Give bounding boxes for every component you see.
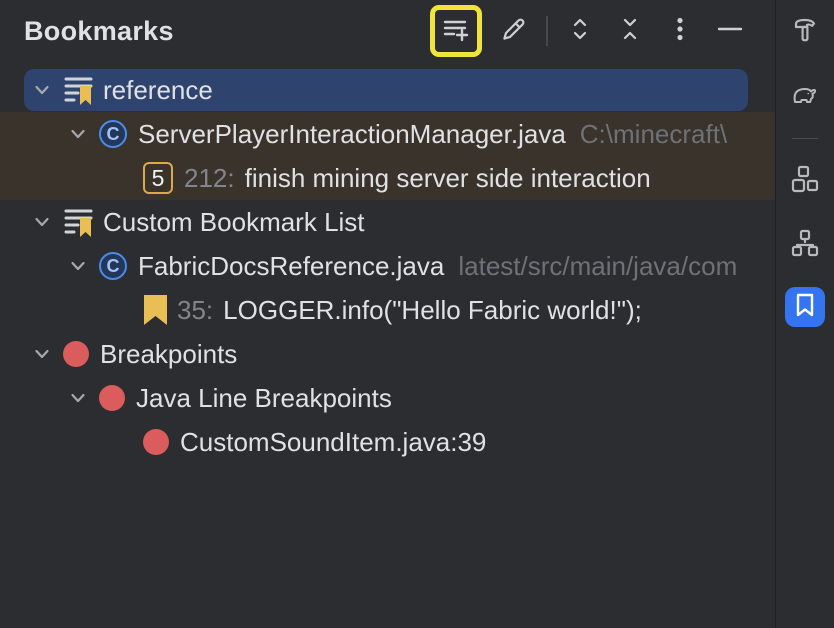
breakpoint-icon: [143, 429, 169, 455]
row-line-number: 212:: [184, 163, 235, 194]
row-file-path: latest/src/main/java/com: [458, 251, 737, 282]
tree-row-server-player-file[interactable]: C ServerPlayerInteractionManager.java C:…: [0, 112, 775, 156]
chevron-down-icon[interactable]: [30, 211, 54, 233]
tree-row-breakpoints[interactable]: Breakpoints: [0, 332, 775, 376]
row-label: CustomSoundItem.java:39: [180, 427, 486, 458]
bookmarks-tool-window: Bookmarks: [0, 0, 834, 628]
toolbar-divider: [546, 16, 548, 46]
row-label: Java Line Breakpoints: [136, 383, 392, 414]
structure-icon: [790, 164, 820, 199]
hierarchy-tool-button[interactable]: [785, 225, 825, 265]
mnemonic-bookmark-icon: 5: [143, 162, 173, 194]
hide-panel-button[interactable]: [712, 13, 748, 49]
row-label: finish mining server side interaction: [245, 163, 651, 194]
build-tool-button[interactable]: [785, 12, 825, 52]
bookmarks-tool-button[interactable]: [785, 287, 825, 327]
row-label: FabricDocsReference.java: [138, 251, 444, 282]
collapse-all-button[interactable]: [612, 13, 648, 49]
expand-all-button[interactable]: [562, 13, 598, 49]
tree-row-java-line-breakpoints[interactable]: Java Line Breakpoints: [0, 376, 775, 420]
structure-tool-button[interactable]: [785, 161, 825, 201]
chevron-down-icon[interactable]: [30, 79, 54, 101]
new-bookmark-list-button[interactable]: [430, 5, 482, 57]
expand-all-icon: [565, 14, 595, 49]
kebab-menu-icon: [665, 14, 695, 49]
hammer-icon: [790, 15, 820, 50]
tree-row-custom-bookmark-list[interactable]: Custom Bookmark List: [0, 200, 775, 244]
chevron-down-icon[interactable]: [66, 123, 90, 145]
tree-row-fabric-docs-file[interactable]: C FabricDocsReference.java latest/src/ma…: [0, 244, 775, 288]
more-options-button[interactable]: [662, 13, 698, 49]
chevron-down-icon[interactable]: [66, 255, 90, 277]
row-label: LOGGER.info("Hello Fabric world!");: [223, 295, 642, 326]
row-label: ServerPlayerInteractionManager.java: [138, 119, 566, 150]
row-label: Breakpoints: [100, 339, 237, 370]
tree-row-bookmark-35[interactable]: 35: LOGGER.info("Hello Fabric world!");: [0, 288, 775, 332]
pencil-icon: [499, 14, 529, 49]
bookmark-list-icon: [63, 206, 94, 238]
edit-bookmark-button[interactable]: [496, 13, 532, 49]
gradle-tool-button[interactable]: [785, 76, 825, 116]
collapse-all-icon: [615, 14, 645, 49]
stripe-divider: [792, 138, 818, 139]
breakpoint-icon: [99, 385, 125, 411]
bookmarks-tree: reference C ServerPlayerInteractionManag…: [0, 68, 775, 464]
java-class-icon: C: [99, 252, 127, 280]
chevron-down-icon[interactable]: [66, 387, 90, 409]
row-label: reference: [103, 75, 213, 106]
row-file-path: C:\minecraft\: [580, 119, 727, 150]
new-bookmark-list-icon: [441, 14, 471, 49]
gradle-elephant-icon: [790, 79, 820, 114]
chevron-down-icon[interactable]: [30, 343, 54, 365]
bookmark-list-icon: [63, 74, 94, 106]
panel-toolbar: [430, 0, 748, 62]
breakpoint-icon: [63, 341, 89, 367]
hierarchy-icon: [790, 228, 820, 263]
tree-row-bookmark-212[interactable]: 5 212: finish mining server side interac…: [0, 156, 775, 200]
java-class-icon: C: [99, 120, 127, 148]
tool-window-stripe: [775, 0, 834, 628]
bookmark-icon: [143, 294, 168, 326]
tree-row-custom-sound-breakpoint[interactable]: CustomSoundItem.java:39: [0, 420, 775, 464]
panel-title: Bookmarks: [24, 16, 174, 47]
minimize-icon: [715, 14, 745, 49]
bookmarks-panel: Bookmarks: [0, 0, 775, 628]
tree-row-reference-list[interactable]: reference: [0, 68, 775, 112]
row-label: Custom Bookmark List: [103, 207, 365, 238]
row-line-number: 35:: [177, 295, 213, 326]
bookmark-icon: [793, 292, 817, 323]
